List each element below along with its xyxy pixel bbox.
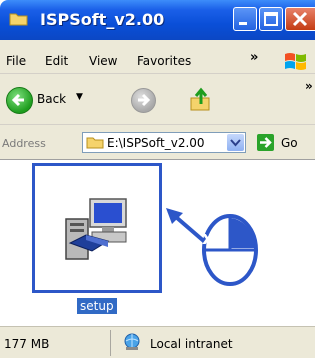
back-dropdown-icon[interactable]: ▼ [76,92,83,102]
close-icon [292,11,308,27]
forward-arrow-icon [138,93,151,107]
minimize-icon [239,22,247,25]
back-arrow-icon [11,93,24,107]
window-title: ISPSoft_v2.00 [40,10,165,29]
explorer-window: ISPSoft_v2.00 File Edit View Favorites »… [0,0,315,358]
title-bar[interactable]: ISPSoft_v2.00 [0,0,315,40]
click-count-label: x2 [202,228,226,249]
folder-icon [9,13,28,26]
address-value: E:\ISPSoft_v2.00 [107,136,205,150]
back-label[interactable]: Back [37,92,66,106]
menu-file[interactable]: File [6,54,26,68]
menu-view[interactable]: View [89,54,117,68]
status-bar: 177 MB Local intranet [0,326,315,358]
go-label[interactable]: Go [281,136,298,150]
go-arrow-icon [260,137,272,148]
maximize-icon [264,12,278,26]
go-button[interactable] [257,134,274,151]
menu-favorites[interactable]: Favorites [137,54,191,68]
file-name-label[interactable]: setup [77,298,117,314]
close-button[interactable] [285,7,315,31]
double-click-mouse-icon: x2 [202,214,258,286]
setup-installer-icon[interactable] [62,193,132,265]
status-zone: Local intranet [150,337,233,351]
standard-toolbar: Back ▼ » [0,74,315,125]
toolbar-overflow-chevron[interactable]: » [305,79,313,93]
address-dropdown-button[interactable] [227,134,244,151]
windows-logo-icon [285,53,306,70]
forward-button[interactable] [131,88,156,113]
address-input[interactable]: E:\ISPSoft_v2.00 [82,132,246,153]
address-label: Address [2,137,46,150]
back-button[interactable] [6,87,33,114]
status-size: 177 MB [4,337,50,351]
folder-up-icon[interactable] [189,86,213,112]
local-intranet-icon [124,333,140,350]
minimize-button[interactable] [233,7,257,31]
menu-edit[interactable]: Edit [45,54,68,68]
maximize-button[interactable] [259,7,283,31]
chevron-down-icon [230,139,241,147]
menu-overflow-chevron[interactable]: » [250,50,258,65]
menu-bar: File Edit View Favorites » [0,40,315,74]
folder-icon [86,137,104,149]
address-bar: Address E:\ISPSoft_v2.00 Go [0,125,315,160]
status-divider [110,330,111,356]
